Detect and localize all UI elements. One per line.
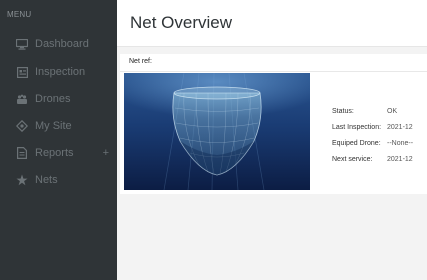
last-inspection-row: Last Inspection: 2021-12	[332, 124, 413, 131]
next-service-value: 2021-12	[387, 156, 413, 163]
net-ref-label: Net ref:	[129, 58, 152, 65]
status-value: OK	[387, 108, 398, 115]
card-header: Net ref:	[120, 54, 427, 72]
next-service-key: Next service:	[332, 156, 373, 163]
inspection-icon	[14, 64, 30, 80]
expand-plus-icon[interactable]: +	[103, 147, 109, 159]
equipped-drone-value: --None--	[387, 140, 414, 147]
report-icon	[14, 145, 30, 161]
next-service-row: Next service: 2021-12	[332, 156, 413, 163]
last-inspection-value: 2021-12	[387, 124, 413, 131]
site-icon	[14, 118, 30, 134]
menu-label: MENU	[7, 10, 32, 19]
monitor-icon	[14, 36, 30, 52]
sidebar-item-reports[interactable]: Reports +	[0, 139, 117, 167]
sidebar-item-label: Dashboard	[35, 38, 89, 50]
net-card: Net ref: Status: OK Last Inspection: 202…	[120, 54, 427, 194]
sidebar-item-nets[interactable]: Nets	[0, 166, 117, 194]
equipped-drone-row: Equiped Drone: --None--	[332, 140, 413, 147]
sidebar-item-label: Nets	[35, 174, 58, 186]
sidebar-item-label: Drones	[35, 93, 71, 105]
page-header: Net Overview	[117, 0, 427, 47]
net-image	[124, 72, 310, 191]
sidebar-item-label: Inspection	[35, 66, 86, 78]
status-key: Status:	[332, 108, 354, 115]
sidebar-item-label: Reports	[35, 147, 74, 159]
sidebar-item-my-site[interactable]: My Site	[0, 112, 117, 140]
last-inspection-key: Last Inspection:	[332, 124, 382, 131]
status-row: Status: OK	[332, 108, 397, 115]
nets-icon	[14, 172, 30, 188]
sidebar-item-drones[interactable]: Drones	[0, 85, 117, 113]
sidebar-item-inspection[interactable]: Inspection	[0, 58, 117, 86]
page-title: Net Overview	[130, 13, 233, 32]
equipped-drone-key: Equiped Drone:	[332, 140, 381, 147]
drone-icon	[14, 91, 30, 107]
sidebar-item-dashboard[interactable]: Dashboard	[0, 30, 117, 58]
sidebar: MENU Dashboard Inspection Drones My Site…	[0, 0, 117, 280]
main-content: Net Overview Net ref: Status: OK Last In…	[117, 0, 427, 280]
underwater-net-render	[124, 72, 310, 191]
sidebar-item-label: My Site	[35, 120, 72, 132]
